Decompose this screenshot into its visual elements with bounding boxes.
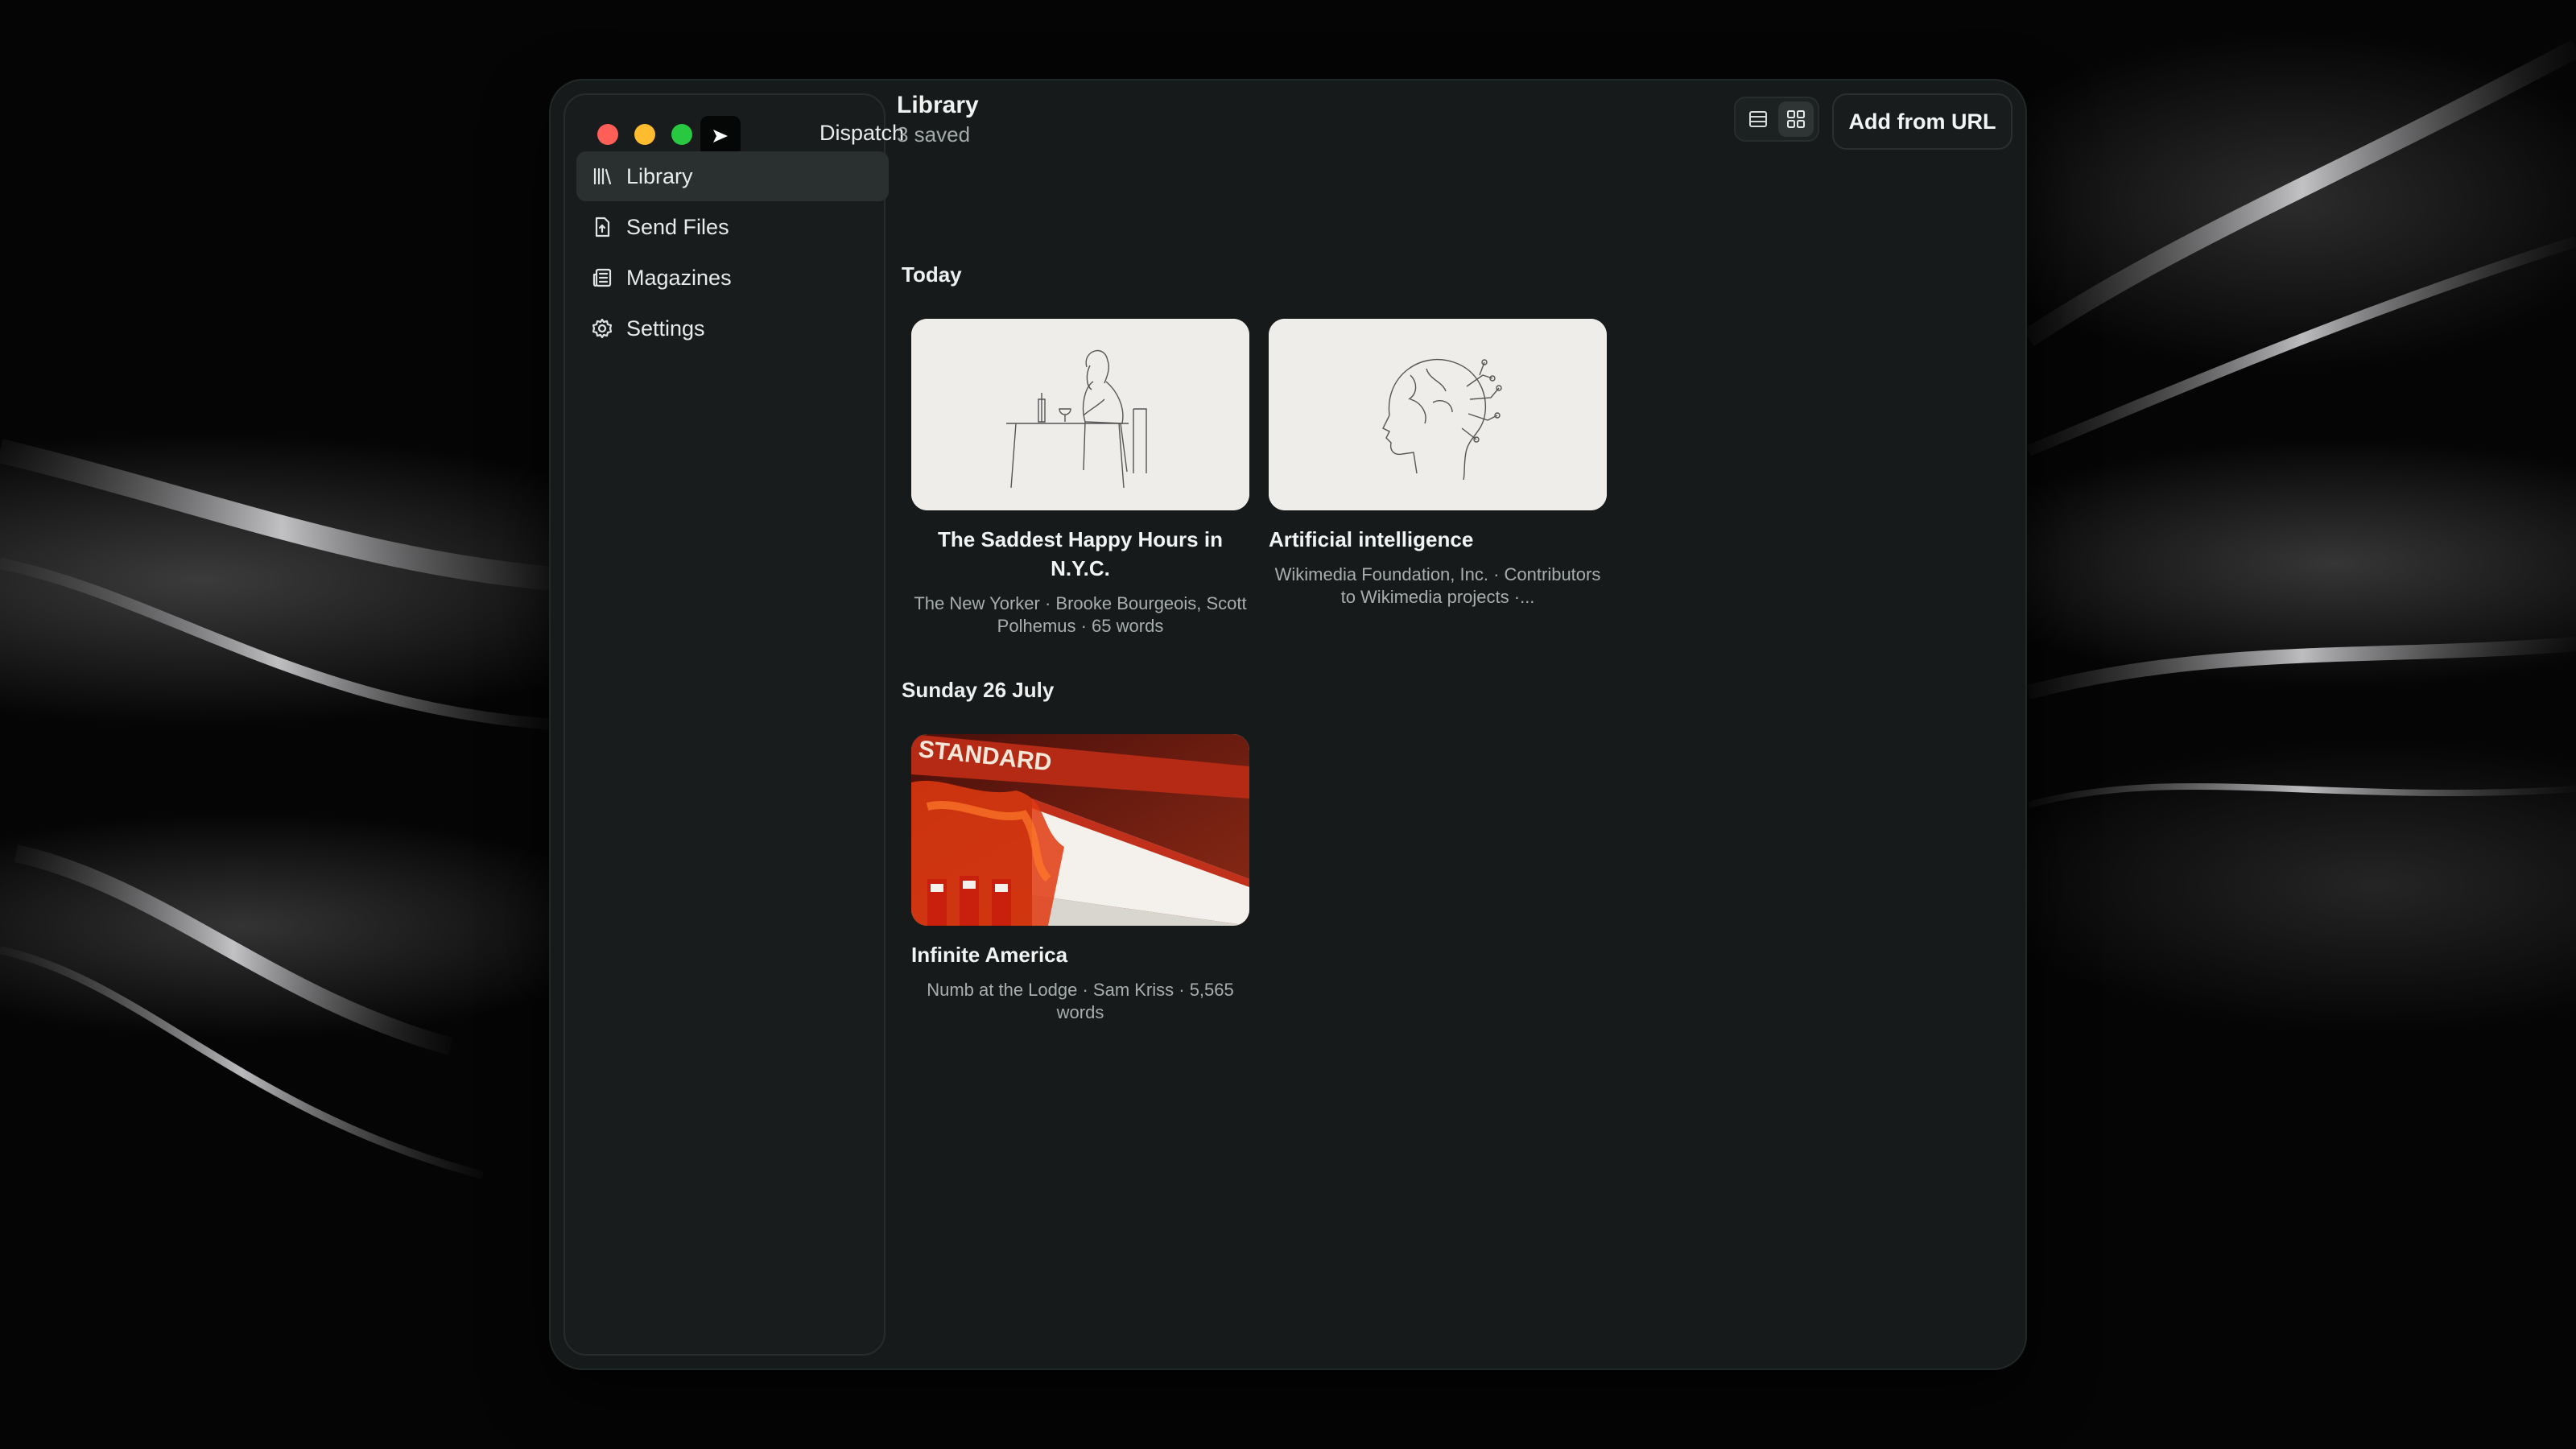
zoom-window-button[interactable] — [671, 124, 692, 145]
grid-view-button[interactable] — [1777, 101, 1814, 137]
section-heading-sunday-26-july: Sunday 26 July — [902, 678, 1055, 702]
view-mode-toggle — [1734, 97, 1819, 142]
newspaper-icon — [589, 265, 615, 291]
article-meta: Numb at the Lodge · Sam Kriss · 5,565 wo… — [927, 980, 1234, 1022]
article-card[interactable]: STANDARD Infinite America Numb at the Lo… — [911, 734, 1249, 1024]
gas-station-painting-image: STANDARD — [911, 734, 1249, 926]
app-logo-icon — [700, 116, 741, 156]
add-from-url-button[interactable]: Add from URL — [1832, 93, 2013, 150]
article-title: Artificial intelligence — [1269, 527, 1474, 551]
sidebar-item-label: Magazines — [626, 265, 732, 290]
sidebar-item-send-files[interactable]: Send Files — [576, 202, 889, 252]
section-heading-today: Today — [902, 262, 962, 287]
article-card[interactable]: The Saddest Happy Hours in N.Y.C. The Ne… — [911, 319, 1249, 638]
article-meta: The New Yorker · Brooke Bourgeois, Scott… — [914, 593, 1247, 636]
sidebar-item-library[interactable]: Library — [576, 151, 889, 201]
page-title: Library — [897, 92, 979, 118]
sketch-head-circuit-image — [1269, 319, 1607, 510]
article-thumbnail — [1269, 319, 1607, 510]
sidebar-nav: Library Send Files Magazines Settings — [576, 151, 889, 354]
saved-count: 3 saved — [897, 122, 971, 147]
gear-icon — [589, 316, 615, 341]
sidebar: Dispatch Library Send Files Magazines Se… — [564, 93, 904, 1356]
window-controls — [597, 124, 692, 145]
library-icon — [589, 163, 615, 189]
article-thumbnail: STANDARD — [911, 734, 1249, 926]
file-upload-icon — [589, 214, 615, 240]
minimize-window-button[interactable] — [634, 124, 655, 145]
list-view-button[interactable] — [1740, 101, 1776, 137]
article-card[interactable]: Artificial intelligence Wikimedia Founda… — [1269, 319, 1607, 609]
sketch-woman-at-table-image — [911, 319, 1249, 510]
sidebar-item-label: Settings — [626, 316, 705, 341]
close-window-button[interactable] — [597, 124, 618, 145]
article-meta: Wikimedia Foundation, Inc. · Contributor… — [1274, 564, 1601, 607]
sidebar-item-magazines[interactable]: Magazines — [576, 253, 889, 303]
article-title: Infinite America — [911, 943, 1068, 967]
sidebar-item-settings[interactable]: Settings — [576, 303, 889, 353]
article-thumbnail — [911, 319, 1249, 510]
list-view-icon — [1748, 111, 1767, 127]
grid-view-icon — [1786, 110, 1805, 128]
sidebar-item-label: Send Files — [626, 214, 729, 239]
sidebar-item-label: Library — [626, 163, 693, 188]
article-title: The Saddest Happy Hours in N.Y.C. — [938, 527, 1223, 580]
main-content: Library 3 saved Add from URL Today The S… — [897, 80, 2025, 1368]
app-window: Dispatch Library Send Files Magazines Se… — [551, 80, 2025, 1368]
app-name: Dispatch — [819, 121, 905, 145]
